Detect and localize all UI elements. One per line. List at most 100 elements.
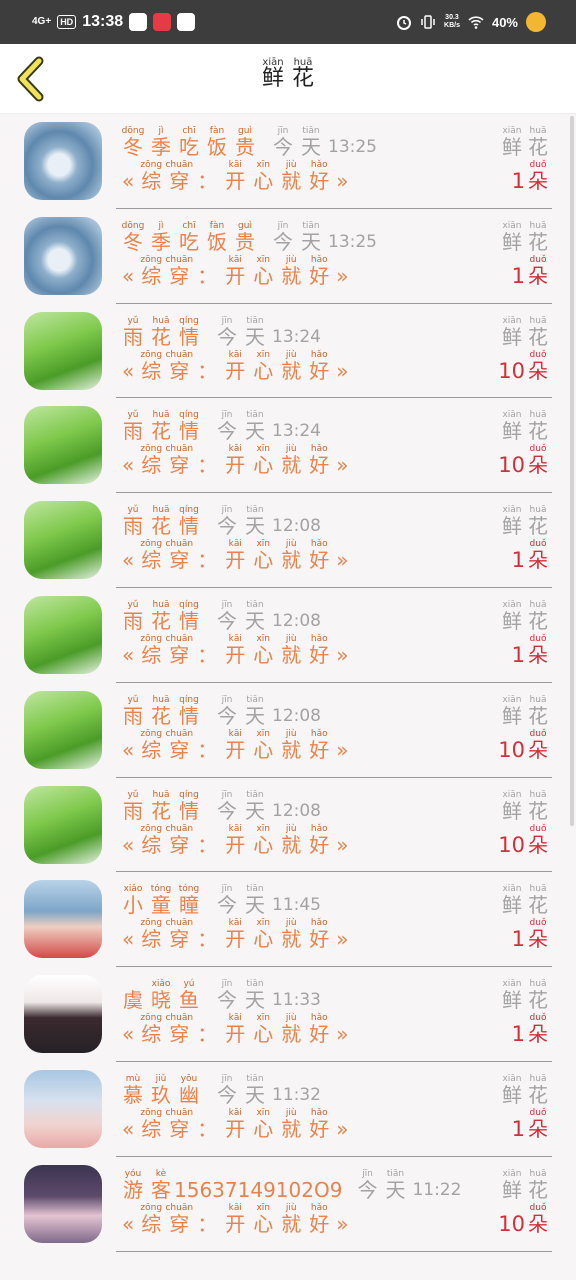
sender-name-text-char: qíng 情: [176, 600, 202, 632]
hanzi: 综: [141, 832, 162, 857]
hanzi: 穿: [169, 1211, 190, 1236]
sender-name: yǔ 雨 huā 花 qíng 情: [120, 316, 202, 348]
today-label: jīn 今 tiān 天: [214, 790, 268, 822]
flower-count: 1 duǒ 朵: [512, 1013, 550, 1045]
avatar[interactable]: [24, 975, 102, 1054]
message-text-char: ：: [194, 1203, 220, 1235]
avatar[interactable]: [24, 690, 102, 769]
message-text-char: xīn 心: [250, 824, 276, 856]
today-label-char: tiān 天: [382, 1169, 408, 1201]
sender-name-text: yǔ 雨 huā 花 qíng 情: [120, 790, 202, 822]
hanzi: 花: [528, 514, 548, 539]
net-speed: 30.3 KB/s: [444, 14, 460, 30]
hanzi: 综: [141, 737, 162, 762]
sender-name-text-char: kè 客: [148, 1169, 174, 1201]
today-label: jīn 今 tiān 天: [214, 410, 268, 442]
flower-label-text-char: huā 花: [526, 221, 550, 253]
sender-name-text-char: huā 花: [148, 410, 174, 442]
avatar[interactable]: [24, 122, 102, 200]
quote-open: «: [122, 832, 135, 857]
hanzi: 鲜: [502, 608, 522, 633]
sender-name: yǔ 雨 huā 花 qíng 情: [120, 600, 202, 632]
list-item[interactable]: mù 慕 jiǔ 玖 yōu 幽 jīn 今 tiān 天 11:32 «zōng 综 chuān 穿： kā…: [0, 1062, 576, 1157]
avatar[interactable]: [24, 311, 102, 390]
message-text-char: jiù 就: [278, 1203, 304, 1235]
sender-name-text-char: jì 季: [148, 221, 174, 253]
message-text-char: chuān 穿: [165, 1108, 193, 1140]
quote-open: «: [122, 169, 135, 193]
flower-label: xiān 鲜 huā 花: [500, 1169, 550, 1201]
avatar[interactable]: [24, 595, 102, 674]
hanzi: 玖: [151, 1082, 171, 1107]
list-item[interactable]: yǔ 雨 huā 花 qíng 情 jīn 今 tiān 天 12:08 «zōng 综 chuān 穿： k…: [0, 778, 576, 873]
flower-unit: duǒ 朵: [526, 255, 550, 287]
vibrate-icon: [421, 15, 435, 29]
hanzi: 朵: [528, 642, 548, 667]
list-item[interactable]: 虞 xiǎo 晓 yú 鱼 jīn 今 tiān 天 11:33 «zōng 综 chuān 穿： kāi 开…: [0, 967, 576, 1062]
sender-name-text-char: huā 花: [148, 600, 174, 632]
list-item[interactable]: xiǎo 小 tóng 童 tóng 瞳 jīn 今 tiān 天 11:45 «zōng 综 chuān…: [0, 872, 576, 968]
avatar[interactable]: [24, 785, 102, 864]
list-item[interactable]: yǔ 雨 huā 花 qíng 情 jīn 今 tiān 天 13:24 «zōng 综 chuān 穿： k…: [0, 398, 576, 494]
hanzi: 鲜: [502, 229, 522, 254]
list-item[interactable]: yǔ 雨 huā 花 qíng 情 jīn 今 tiān 天 12:08 «zōng 综 chuān 穿： k…: [0, 588, 576, 683]
today-label-char: tiān 天: [242, 410, 268, 442]
timestamp: jīn 今 tiān 天 13:25: [270, 126, 377, 158]
hanzi: 心: [253, 1211, 274, 1236]
avatar[interactable]: [24, 1069, 102, 1148]
today-label: jīn 今 tiān 天: [214, 884, 268, 916]
list-item[interactable]: yǔ 雨 huā 花 qíng 情 jīn 今 tiān 天 12:08 «zōng 综 chuān 穿： k…: [0, 683, 576, 778]
hanzi: 情: [179, 608, 199, 633]
gift-message: «zōng 综 chuān 穿： kāi 开 xīn 心 jiù 就 hǎo 好»: [122, 634, 349, 666]
list-item[interactable]: dōng 冬 jì 季 chī 吃 fàn 饭 guì 贵 jīn 今 tiān 天 13:25 «zōng 综…: [0, 209, 576, 304]
message-text-char: ：: [194, 160, 220, 192]
hanzi: 穿: [169, 737, 190, 762]
hanzi: ：: [197, 548, 218, 573]
hanzi: 雨: [123, 514, 143, 539]
quote-close: »: [336, 169, 349, 193]
hanzi: 天: [245, 1082, 265, 1107]
avatar[interactable]: [24, 216, 102, 295]
hanzi: 花: [151, 514, 171, 539]
flower-label-text-char: huā 花: [526, 979, 550, 1011]
avatar[interactable]: [24, 1164, 102, 1243]
today-label-char: tiān 天: [242, 316, 268, 348]
list-item[interactable]: yǔ 雨 huā 花 qíng 情 jīn 今 tiān 天 13:24 «zōng 综 chuān 穿： k…: [0, 304, 576, 399]
hanzi: 穿: [169, 169, 190, 193]
hanzi: 穿: [169, 263, 190, 288]
today-label-char: jīn 今: [214, 790, 240, 822]
message-text-char: hǎo 好: [306, 1013, 332, 1045]
sender-name-text-char: qíng 情: [176, 790, 202, 822]
quote-open: «: [122, 1022, 135, 1047]
scrollbar[interactable]: [570, 116, 574, 826]
gift-message: «zōng 综 chuān 穿： kāi 开 xīn 心 jiù 就 hǎo 好»: [122, 1013, 349, 1045]
time-text: 12:08: [272, 800, 321, 821]
message-text: zōng 综 chuān 穿： kāi 开 xīn 心 jiù 就 hǎo 好: [138, 444, 332, 476]
hanzi: 开: [225, 1022, 246, 1047]
list-item[interactable]: dōng 冬 jì 季 chī 吃 fàn 饭 guì 贵 jīn 今 tiān 天 13:25 «zōng 综…: [0, 114, 576, 209]
quote-open: «: [122, 453, 135, 478]
flower-count: 10 duǒ 朵: [498, 1203, 550, 1235]
quote-open: «: [122, 358, 135, 383]
hanzi: 朵: [528, 358, 548, 383]
timestamp: jīn 今 tiān 天 12:08: [214, 790, 321, 822]
alarm-icon: [397, 16, 412, 30]
list-item[interactable]: yǔ 雨 huā 花 qíng 情 jīn 今 tiān 天 12:08 «zōng 综 chuān 穿： k…: [0, 493, 576, 588]
message-text-char: xīn 心: [250, 918, 276, 950]
avatar[interactable]: [24, 501, 102, 580]
hanzi: 好: [309, 263, 330, 288]
hanzi: 就: [281, 927, 302, 952]
sender-name-text: yǔ 雨 huā 花 qíng 情: [120, 505, 202, 537]
flower-count-number: 10: [498, 832, 525, 857]
avatar[interactable]: [24, 406, 102, 485]
hanzi: 天: [245, 514, 265, 539]
sender-name-text: xiǎo 小 tóng 童 tóng 瞳: [120, 884, 202, 916]
avatar[interactable]: [24, 880, 102, 959]
message-text: zōng 综 chuān 穿： kāi 开 xīn 心 jiù 就 hǎo 好: [138, 160, 332, 192]
flower-label-text: xiān 鲜 huā 花: [500, 221, 550, 253]
list-item[interactable]: yóu 游 kè 客 15637149102O9 jīn 今 tiān 天 11:22 «zōng 综…: [0, 1157, 576, 1252]
message-text-char: chuān 穿: [165, 255, 193, 288]
hanzi: 好: [309, 169, 330, 193]
today-label-char: tiān 天: [242, 790, 268, 822]
sender-name-text-char: huā 花: [148, 505, 174, 537]
